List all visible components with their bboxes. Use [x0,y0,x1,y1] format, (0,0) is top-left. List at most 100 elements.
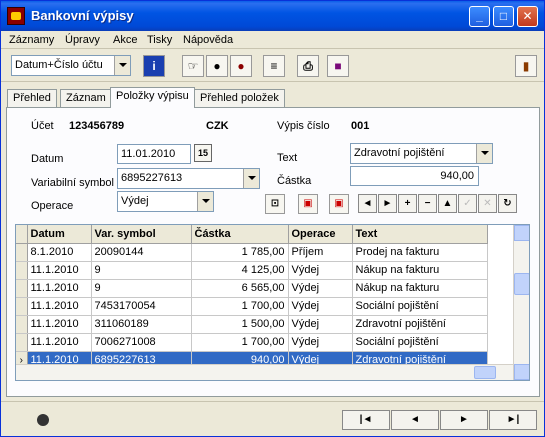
info-icon[interactable]: i [143,55,165,77]
export-icon[interactable]: ▣ [329,194,349,214]
amount-field[interactable]: 940,00 [350,166,479,186]
refresh-icon[interactable]: ↻ [498,194,517,213]
table-row[interactable]: 8.1.2010 20090144 1 785,00 Příjem Prodej na … [16,243,488,262]
title-bar[interactable]: Bankovní výpisy _ □ ✕ [1,1,544,31]
cell-var-symbol: 20090144 [91,243,192,262]
col-operace[interactable]: Operace [288,225,353,244]
cell-operace: Výdej [288,261,353,280]
sort-combo-value: Datum+Číslo účtu [15,59,103,71]
next-record-icon[interactable]: ► [378,194,397,213]
import-icon[interactable]: ▣ [298,194,318,214]
text-combo[interactable]: Zdravotní pojištění [350,143,493,164]
exit-icon[interactable]: ▮ [515,55,537,77]
row-indicator[interactable] [16,315,28,334]
print-icon[interactable]: ⎙ [297,55,319,77]
hscroll-thumb[interactable] [474,366,496,379]
row-indicator[interactable] [16,333,28,352]
cell-datum: 11.1.2010 [27,315,92,334]
tab-polozky-vypisu[interactable]: Položky výpisu [110,87,195,108]
table-row[interactable]: 11.1.2010 7453170054 1 700,00 Výdej Sociální… [16,297,488,316]
last-icon[interactable]: ►| [489,410,537,430]
save-icon[interactable]: ■ [327,55,349,77]
menu-tisky[interactable]: Tisky [147,34,172,46]
menu-zaznamy[interactable]: Záznamy [9,34,54,46]
horizontal-scrollbar[interactable] [16,364,513,380]
vertical-scrollbar[interactable] [513,225,529,380]
scroll-up-icon[interactable] [514,225,529,241]
account-value: 123456789 [69,120,125,132]
table-row[interactable]: 11.1.2010 7006271008 1 700,00 Výdej Sociální… [16,333,488,352]
date-label: Datum [31,153,64,165]
scroll-thumb[interactable] [514,273,529,295]
prev-record-icon[interactable]: ◄ [358,194,377,213]
next-icon[interactable]: ► [440,410,488,430]
cell-operace: Výdej [288,297,353,316]
cell-text: Zdravotní pojištění [352,315,488,334]
menu-upravy[interactable]: Úpravy [65,34,100,46]
document-icon[interactable]: ≡ [263,55,285,77]
cell-text: Sociální pojištění [352,297,488,316]
lookup-icon[interactable]: ⊡ [265,194,285,214]
row-indicator[interactable] [16,261,28,280]
chevron-down-icon[interactable] [243,169,259,188]
currency-value: CZK [206,120,229,132]
maximize-button[interactable]: □ [493,6,514,27]
table-row[interactable]: 11.1.2010 311060189 1 500,00 Výdej Zdravotní… [16,315,488,334]
var-symbol-combo[interactable]: 6895227613 [117,168,260,189]
add-icon[interactable]: + [398,194,417,213]
chevron-down-icon[interactable] [197,192,213,211]
chevron-down-icon[interactable] [476,144,492,163]
chevron-down-icon[interactable] [114,56,130,75]
account-label: Účet [31,120,54,132]
previous-icon[interactable]: ◄ [391,410,439,430]
row-indicator[interactable] [16,243,28,262]
table-row[interactable]: 11.1.2010 9 6 565,00 Výdej Nákup na fakturu [16,279,488,298]
cell-operace: Výdej [288,333,353,352]
var-symbol-value: 6895227613 [121,172,183,184]
row-indicator[interactable] [16,297,28,316]
menu-napoveda[interactable]: Nápověda [183,34,233,46]
menu-akce[interactable]: Akce [113,34,137,46]
sort-combo[interactable]: Datum+Číslo účtu [11,55,131,76]
scroll-down-icon[interactable] [514,364,529,380]
col-var-symbol[interactable]: Var. symbol [91,225,192,244]
operation-combo[interactable]: Výdej [117,191,214,212]
cell-text: Nákup na fakturu [352,261,488,280]
cell-var-symbol: 311060189 [91,315,192,334]
minimize-button[interactable]: _ [469,6,490,27]
globe-icon[interactable]: ● [206,55,228,77]
cell-castka: 4 125,00 [191,261,289,280]
cell-datum: 8.1.2010 [27,243,92,262]
tab-zaznam[interactable]: Záznam [60,89,112,108]
amount-value: 940,00 [440,170,474,182]
cell-text: Sociální pojištění [352,333,488,352]
cell-operace: Výdej [288,315,353,334]
cell-castka: 1 785,00 [191,243,289,262]
col-text[interactable]: Text [352,225,488,244]
operation-value: Výdej [121,195,149,207]
edit-icon[interactable]: ▲ [438,194,457,213]
col-castka[interactable]: Částka [191,225,289,244]
statement-label: Výpis číslo [277,120,330,132]
cell-castka: 1 700,00 [191,333,289,352]
tab-prehled[interactable]: Přehled [7,89,57,108]
window-title: Bankovní výpisy [31,8,134,23]
date-field[interactable]: 11.01.2010 [117,144,191,164]
delete-icon[interactable]: − [418,194,437,213]
main-window: Bankovní výpisy _ □ ✕ Záznamy Úpravy Akc… [0,0,545,437]
status-bar: |◄ ◄ ► ►| [1,401,544,436]
app-icon [7,7,25,25]
cell-datum: 11.1.2010 [27,279,92,298]
table-row[interactable]: 11.1.2010 9 4 125,00 Výdej Nákup na fakturu [16,261,488,280]
globe-red-icon[interactable]: ● [230,55,252,77]
cancel-icon: ✕ [478,194,497,213]
calendar-icon[interactable]: 15 [194,144,212,162]
filter-icon[interactable]: ☞ [182,55,204,77]
close-button[interactable]: ✕ [517,6,538,27]
col-datum[interactable]: Datum [27,225,92,244]
first-icon[interactable]: |◄ [342,410,390,430]
cell-castka: 1 500,00 [191,315,289,334]
row-indicator[interactable] [16,279,28,298]
items-grid[interactable]: Datum Var. symbol Částka Operace Text 8.… [15,224,530,381]
tab-prehled-polozek[interactable]: Přehled položek [194,89,285,108]
